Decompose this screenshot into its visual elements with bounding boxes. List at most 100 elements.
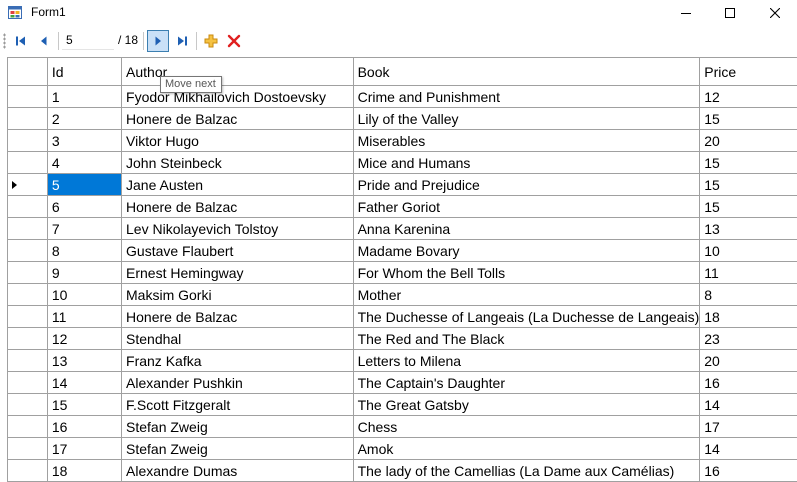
table-row[interactable]: 2 Honere de Balzac Lily of the Valley 15 xyxy=(8,107,797,130)
cell-book[interactable]: The Duchesse of Langeais (La Duchesse de… xyxy=(353,305,701,328)
cell-id[interactable]: 8 xyxy=(47,239,123,262)
cell-price[interactable]: 10 xyxy=(699,239,797,262)
table-row[interactable]: 3 Viktor Hugo Miserables 20 xyxy=(8,129,797,152)
cell-author[interactable]: F.Scott Fitzgeralt xyxy=(121,393,354,416)
add-new-button[interactable] xyxy=(200,30,222,52)
row-header-cell[interactable] xyxy=(8,393,48,416)
cell-id[interactable]: 17 xyxy=(47,437,123,460)
cell-book[interactable]: The lady of the Camellias (La Dame aux C… xyxy=(353,459,701,482)
cell-author[interactable]: Honere de Balzac xyxy=(121,107,354,130)
cell-book[interactable]: Amok xyxy=(353,437,701,460)
cell-book[interactable]: Lily of the Valley xyxy=(353,107,701,130)
table-row[interactable]: 15 F.Scott Fitzgeralt The Great Gatsby 14 xyxy=(8,393,797,416)
table-row[interactable]: 4 John Steinbeck Mice and Humans 15 xyxy=(8,151,797,174)
cell-price[interactable]: 20 xyxy=(699,129,797,152)
row-header-cell[interactable] xyxy=(8,173,48,196)
cell-price[interactable]: 16 xyxy=(699,371,797,394)
move-first-button[interactable] xyxy=(10,30,32,52)
row-header-cell[interactable] xyxy=(8,217,48,240)
row-header-cell[interactable] xyxy=(8,195,48,218)
cell-price[interactable]: 14 xyxy=(699,437,797,460)
row-header-cell[interactable] xyxy=(8,349,48,372)
cell-book[interactable]: Mother xyxy=(353,283,701,306)
table-row[interactable]: 17 Stefan Zweig Amok 14 xyxy=(8,437,797,460)
cell-id[interactable]: 3 xyxy=(47,129,123,152)
cell-author[interactable]: Alexander Pushkin xyxy=(121,371,354,394)
cell-book[interactable]: Anna Karenina xyxy=(353,217,701,240)
row-header-cell[interactable] xyxy=(8,107,48,130)
top-left-header-cell[interactable] xyxy=(8,58,48,86)
move-next-button[interactable] xyxy=(147,30,169,52)
cell-author[interactable]: Jane Austen xyxy=(121,173,354,196)
cell-id[interactable]: 1 xyxy=(47,85,123,108)
row-header-cell[interactable] xyxy=(8,305,48,328)
cell-price[interactable]: 15 xyxy=(699,107,797,130)
cell-book[interactable]: The Red and The Black xyxy=(353,327,701,350)
cell-id[interactable]: 12 xyxy=(47,327,123,350)
cell-author[interactable]: Stefan Zweig xyxy=(121,415,354,438)
delete-button[interactable] xyxy=(223,30,245,52)
cell-book[interactable]: Miserables xyxy=(353,129,701,152)
table-row[interactable]: 7 Lev Nikolayevich Tolstoy Anna Karenina 13 xyxy=(8,217,797,240)
row-header-cell[interactable] xyxy=(8,371,48,394)
row-header-cell[interactable] xyxy=(8,459,48,482)
cell-id[interactable]: 16 xyxy=(47,415,123,438)
cell-author[interactable]: Stendhal xyxy=(121,327,354,350)
cell-price[interactable]: 13 xyxy=(699,217,797,240)
cell-book[interactable]: For Whom the Bell Tolls xyxy=(353,261,701,284)
cell-id[interactable]: 4 xyxy=(47,151,123,174)
cell-author[interactable]: Franz Kafka xyxy=(121,349,354,372)
cell-book[interactable]: Pride and Prejudice xyxy=(353,173,701,196)
cell-book[interactable]: Mice and Humans xyxy=(353,151,701,174)
row-header-cell[interactable] xyxy=(8,437,48,460)
cell-price[interactable]: 12 xyxy=(699,85,797,108)
cell-author[interactable]: John Steinbeck xyxy=(121,151,354,174)
cell-author[interactable]: Fyodor Mikhailovich Dostoevsky xyxy=(121,85,354,108)
table-row[interactable]: 8 Gustave Flaubert Madame Bovary 10 xyxy=(8,239,797,262)
cell-author[interactable]: Stefan Zweig xyxy=(121,437,354,460)
cell-book[interactable]: Letters to Milena xyxy=(353,349,701,372)
cell-author[interactable]: Alexandre Dumas xyxy=(121,459,354,482)
cell-id[interactable]: 7 xyxy=(47,217,123,240)
cell-id[interactable]: 14 xyxy=(47,371,123,394)
cell-book[interactable]: Chess xyxy=(353,415,701,438)
column-header-price[interactable]: Price xyxy=(699,58,797,86)
cell-id[interactable]: 9 xyxy=(47,261,123,284)
cell-price[interactable]: 17 xyxy=(699,415,797,438)
maximize-button[interactable] xyxy=(707,0,753,26)
table-row[interactable]: 9 Ernest Hemingway For Whom the Bell Tolls… xyxy=(8,261,797,284)
cell-price[interactable]: 20 xyxy=(699,349,797,372)
cell-id[interactable]: 13 xyxy=(47,349,123,372)
cell-price[interactable]: 14 xyxy=(699,393,797,416)
table-row[interactable]: 11 Honere de Balzac The Duchesse of Langea… xyxy=(8,305,797,328)
row-header-cell[interactable] xyxy=(8,129,48,152)
cell-book[interactable]: Madame Bovary xyxy=(353,239,701,262)
table-row[interactable]: 12 Stendhal The Red and The Black 23 xyxy=(8,327,797,350)
cell-id[interactable]: 18 xyxy=(47,459,123,482)
cell-id[interactable]: 2 xyxy=(47,107,123,130)
cell-price[interactable]: 18 xyxy=(699,305,797,328)
cell-id[interactable]: 10 xyxy=(47,283,123,306)
table-row[interactable]: 18 Alexandre Dumas The lady of the Camelli… xyxy=(8,459,797,482)
table-row[interactable]: 14 Alexander Pushkin The Captain's Daughte… xyxy=(8,371,797,394)
minimize-button[interactable] xyxy=(663,0,709,26)
table-row[interactable]: 13 Franz Kafka Letters to Milena 20 xyxy=(8,349,797,372)
column-header-book[interactable]: Book xyxy=(353,58,701,86)
column-header-author[interactable]: Author xyxy=(121,58,354,86)
table-row[interactable]: 5 Jane Austen Pride and Prejudice 15 xyxy=(8,173,797,196)
cell-id[interactable]: 5 xyxy=(47,173,123,196)
table-row[interactable]: 1 Fyodor Mikhailovich Dostoevsky Crime and… xyxy=(8,85,797,108)
row-header-cell[interactable] xyxy=(8,261,48,284)
cell-price[interactable]: 15 xyxy=(699,173,797,196)
cell-author[interactable]: Ernest Hemingway xyxy=(121,261,354,284)
cell-book[interactable]: The Great Gatsby xyxy=(353,393,701,416)
table-row[interactable]: 6 Honere de Balzac Father Goriot 15 xyxy=(8,195,797,218)
cell-id[interactable]: 6 xyxy=(47,195,123,218)
column-header-id[interactable]: Id xyxy=(47,58,123,86)
cell-book[interactable]: Crime and Punishment xyxy=(353,85,701,108)
cell-price[interactable]: 11 xyxy=(699,261,797,284)
cell-price[interactable]: 16 xyxy=(699,459,797,482)
row-header-cell[interactable] xyxy=(8,239,48,262)
row-header-cell[interactable] xyxy=(8,283,48,306)
cell-price[interactable]: 15 xyxy=(699,195,797,218)
